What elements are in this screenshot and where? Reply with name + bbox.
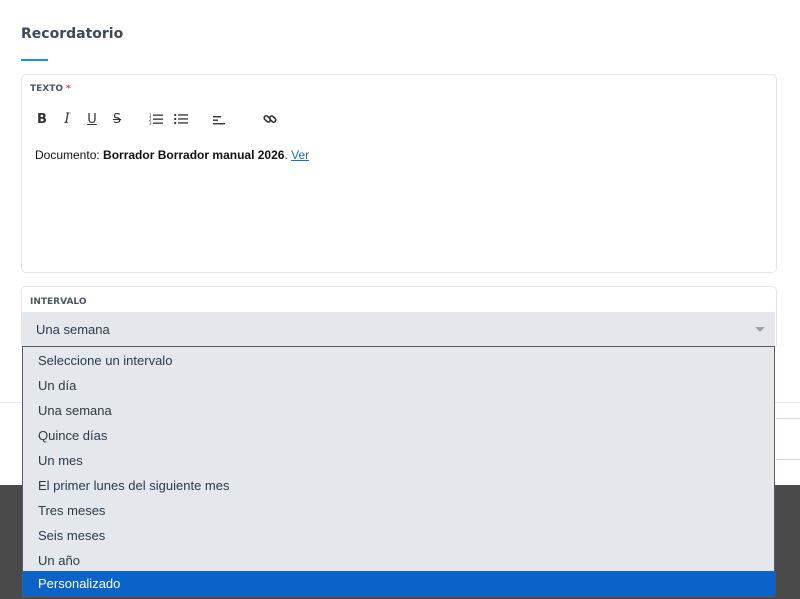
dropdown-option[interactable]: Un año xyxy=(23,548,776,573)
dropdown-option-highlighted[interactable]: Personalizado xyxy=(23,571,776,596)
strikethrough-icon: S xyxy=(112,111,122,127)
dropdown-option[interactable]: Seis meses xyxy=(23,523,776,548)
italic-button[interactable]: I xyxy=(57,109,77,129)
bold-button[interactable]: B xyxy=(32,109,52,129)
bullet-list-button[interactable] xyxy=(171,109,191,129)
bullet-list-icon xyxy=(174,113,188,125)
ordered-list-icon: 1 2 3 xyxy=(149,113,163,125)
hidden-button-edge[interactable] xyxy=(776,418,800,460)
italic-icon: I xyxy=(64,111,70,127)
interval-field-label: INTERVALO xyxy=(30,297,87,307)
underline-icon: U xyxy=(87,111,97,127)
required-mark: * xyxy=(66,84,71,94)
dropdown-option[interactable]: Una semana xyxy=(23,398,776,423)
align-left-icon xyxy=(213,116,225,125)
document-name: Borrador Borrador manual 2026 xyxy=(103,148,285,162)
dropdown-option[interactable]: Un día xyxy=(23,373,776,398)
editor-content[interactable]: Documento: Borrador Borrador manual 2026… xyxy=(35,148,309,162)
link-icon xyxy=(263,115,277,123)
align-button[interactable] xyxy=(210,109,230,129)
section-title-underline xyxy=(21,59,48,61)
bold-icon: B xyxy=(37,111,47,127)
dropdown-option[interactable]: Tres meses xyxy=(23,498,776,523)
content-prefix: Documento: xyxy=(35,148,104,162)
strikethrough-button[interactable]: S xyxy=(107,109,127,129)
dropdown-option[interactable]: Un mes xyxy=(23,448,776,473)
text-field-card: TEXTO * B I U S 1 2 3 Documento: Borrado… xyxy=(21,74,777,273)
dropdown-option[interactable]: El primer lunes del siguiente mes xyxy=(23,473,776,498)
view-link[interactable]: Ver xyxy=(291,148,309,162)
link-button[interactable] xyxy=(260,109,280,129)
underline-button[interactable]: U xyxy=(82,109,102,129)
svg-text:3: 3 xyxy=(149,121,152,125)
ordered-list-button[interactable]: 1 2 3 xyxy=(146,109,166,129)
interval-dropdown: Seleccione un intervalo Un día Una seman… xyxy=(22,347,776,597)
dropdown-option[interactable]: Seleccione un intervalo xyxy=(23,348,776,373)
dropdown-option[interactable]: Quince días xyxy=(23,423,776,448)
text-label-text: TEXTO xyxy=(30,84,64,94)
text-field-label: TEXTO * xyxy=(30,84,71,94)
section-title: Recordatorio xyxy=(21,26,124,42)
caret-down-icon xyxy=(755,327,765,332)
interval-select-value: Una semana xyxy=(36,322,110,337)
interval-select[interactable]: Una semana xyxy=(22,312,775,347)
